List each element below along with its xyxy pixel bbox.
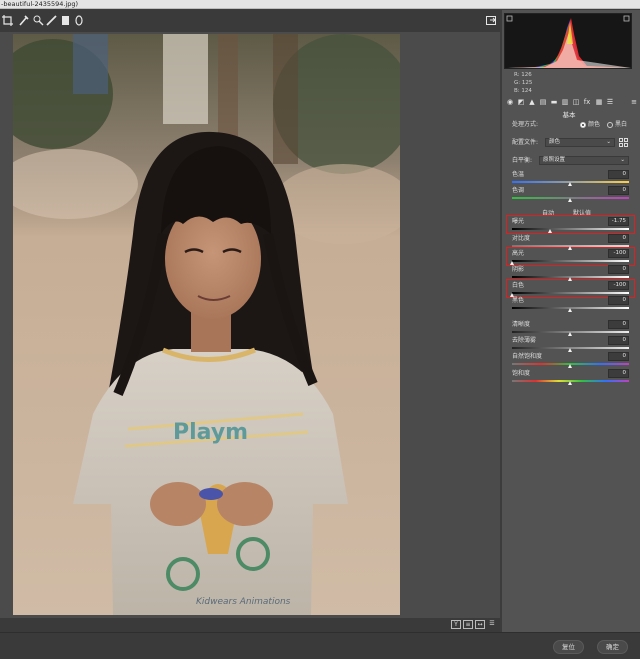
rgb-readout-b: 124 bbox=[521, 88, 532, 94]
view-settings-button[interactable]: ☰ bbox=[487, 620, 497, 629]
tone-curve-tab-icon[interactable]: ◩ bbox=[517, 98, 525, 107]
before-after-y-button[interactable]: Y bbox=[451, 620, 461, 629]
treatment-color-label: 颜色 bbox=[588, 121, 601, 128]
texture-slider-thumb[interactable] bbox=[568, 332, 572, 336]
title-bar: -beautiful-2435594.jpg) bbox=[0, 0, 640, 9]
split-toning-tab-icon[interactable]: ▬ bbox=[550, 98, 558, 107]
tint-label: 色调 bbox=[512, 187, 525, 194]
dehaze-label: 去除薄雾 bbox=[512, 337, 537, 344]
shadows-slider-thumb[interactable] bbox=[568, 277, 572, 281]
reset-button[interactable]: 复位 bbox=[553, 640, 584, 654]
panel-title: 基本 bbox=[562, 111, 576, 119]
ok-button[interactable]: 确定 bbox=[597, 640, 628, 654]
saturation-slider-thumb[interactable] bbox=[568, 381, 572, 385]
lens-tab-icon[interactable]: ▥ bbox=[561, 98, 569, 107]
vibrance-value-input[interactable]: 0 bbox=[608, 352, 629, 361]
fullscreen-toggle-icon[interactable] bbox=[485, 14, 497, 27]
histogram bbox=[504, 13, 632, 69]
whites-slider-track[interactable] bbox=[512, 292, 629, 294]
profile-browser-icon[interactable] bbox=[619, 138, 628, 147]
exposure-label: 曝光 bbox=[512, 218, 525, 225]
blacks-value-input[interactable]: 0 bbox=[608, 296, 629, 305]
contrast-slider-thumb[interactable] bbox=[568, 246, 572, 250]
ellipse-icon[interactable] bbox=[73, 14, 85, 27]
profile-label: 配置文件: bbox=[512, 139, 539, 146]
svg-text:Kidwears Animations: Kidwears Animations bbox=[196, 597, 291, 607]
camera-raw-window: -beautiful-2435594.jpg) Playm Kidwears A… bbox=[0, 0, 640, 659]
exposure-slider-track[interactable] bbox=[512, 228, 629, 230]
shadows-value-input[interactable]: 0 bbox=[608, 265, 629, 274]
dialog-footer: 复位 确定 bbox=[0, 632, 640, 659]
vibrance-slider-thumb[interactable] bbox=[568, 364, 572, 368]
window-title: -beautiful-2435594.jpg) bbox=[1, 0, 79, 8]
treatment-bw-label: 黑白 bbox=[615, 121, 628, 128]
blacks-label: 黑色 bbox=[512, 297, 525, 304]
vibrance-label: 自然饱和度 bbox=[512, 353, 543, 360]
profile-dropdown[interactable]: 颜色 ⌄ bbox=[545, 138, 615, 147]
treatment-bw-radio[interactable] bbox=[607, 122, 613, 128]
effects-tab-icon[interactable]: fx bbox=[583, 98, 591, 107]
temp-value-input[interactable]: 0 bbox=[608, 170, 629, 179]
basic-tab-icon[interactable]: ◉ bbox=[506, 98, 514, 107]
rgb-readout-g: 125 bbox=[521, 80, 533, 86]
exposure-value-input[interactable]: -1.75 bbox=[608, 217, 629, 226]
white-balance-dropdown[interactable]: 原照设置 ⌄ bbox=[539, 156, 629, 165]
shadows-label: 阴影 bbox=[512, 266, 525, 273]
before-after-copy-button[interactable]: ↔ bbox=[475, 620, 485, 629]
eyedropper-icon[interactable] bbox=[18, 14, 30, 27]
temp-slider-thumb[interactable] bbox=[568, 182, 572, 186]
dehaze-slider-thumb[interactable] bbox=[568, 348, 572, 352]
highlights-label: 高光 bbox=[512, 250, 525, 257]
chevron-down-icon: ⌄ bbox=[606, 139, 611, 145]
highlights-slider-thumb[interactable] bbox=[509, 261, 514, 265]
hsl-tab-icon[interactable]: ▤ bbox=[539, 98, 547, 107]
whites-label: 白色 bbox=[512, 282, 525, 289]
calibration-tab-icon[interactable]: ▦ bbox=[595, 98, 603, 107]
presets-tab-icon[interactable]: ☰ bbox=[606, 98, 614, 107]
rgb-readout: R: 126 G: 125 B: 124 bbox=[514, 72, 533, 94]
filter-icon[interactable] bbox=[60, 14, 72, 27]
detail-tab-icon[interactable]: ▲ bbox=[528, 98, 536, 107]
panel-tabs: ◉ ◩ ▲ ▤ ▬ ▥ ◫ fx ▦ ☰ ≡ bbox=[504, 98, 638, 108]
toolbar bbox=[0, 10, 500, 32]
tint-value-input[interactable]: 0 bbox=[608, 186, 629, 195]
dehaze-value-input[interactable]: 0 bbox=[608, 336, 629, 345]
rgb-readout-r: 126 bbox=[521, 72, 532, 78]
tint-slider-thumb[interactable] bbox=[568, 198, 572, 202]
saturation-label: 饱和度 bbox=[512, 370, 531, 377]
saturation-value-input[interactable]: 0 bbox=[608, 369, 629, 378]
before-after-swap-button[interactable]: ≡ bbox=[463, 620, 473, 629]
treatment-color-radio[interactable] bbox=[580, 122, 586, 128]
target-adjust-icon[interactable] bbox=[32, 14, 44, 27]
photo-preview[interactable]: Playm Kidwears Animations bbox=[13, 34, 400, 615]
contrast-label: 对比度 bbox=[512, 235, 531, 242]
chevron-down-icon: ⌄ bbox=[620, 157, 625, 163]
panel-menu-icon[interactable]: ≡ bbox=[630, 98, 638, 107]
preview-bottom-bar: Y ≡ ↔ ☰ bbox=[0, 618, 500, 632]
transform-tab-icon[interactable]: ◫ bbox=[572, 98, 580, 107]
highlights-value-input[interactable]: -100 bbox=[608, 249, 629, 258]
exposure-slider-thumb[interactable] bbox=[548, 229, 553, 233]
temp-label: 色温 bbox=[512, 171, 525, 178]
treatment-label: 处理方式: bbox=[512, 121, 539, 128]
highlights-slider-track[interactable] bbox=[512, 260, 629, 262]
brush-icon[interactable] bbox=[46, 14, 58, 27]
texture-label: 清晰度 bbox=[512, 321, 531, 328]
white-balance-label: 白平衡: bbox=[512, 157, 533, 164]
blacks-slider-thumb[interactable] bbox=[568, 308, 572, 312]
crop-tool-icon[interactable] bbox=[2, 14, 14, 27]
texture-value-input[interactable]: 0 bbox=[608, 320, 629, 329]
contrast-value-input[interactable]: 0 bbox=[608, 234, 629, 243]
whites-value-input[interactable]: -100 bbox=[608, 281, 629, 290]
svg-text:Playm: Playm bbox=[173, 420, 248, 445]
